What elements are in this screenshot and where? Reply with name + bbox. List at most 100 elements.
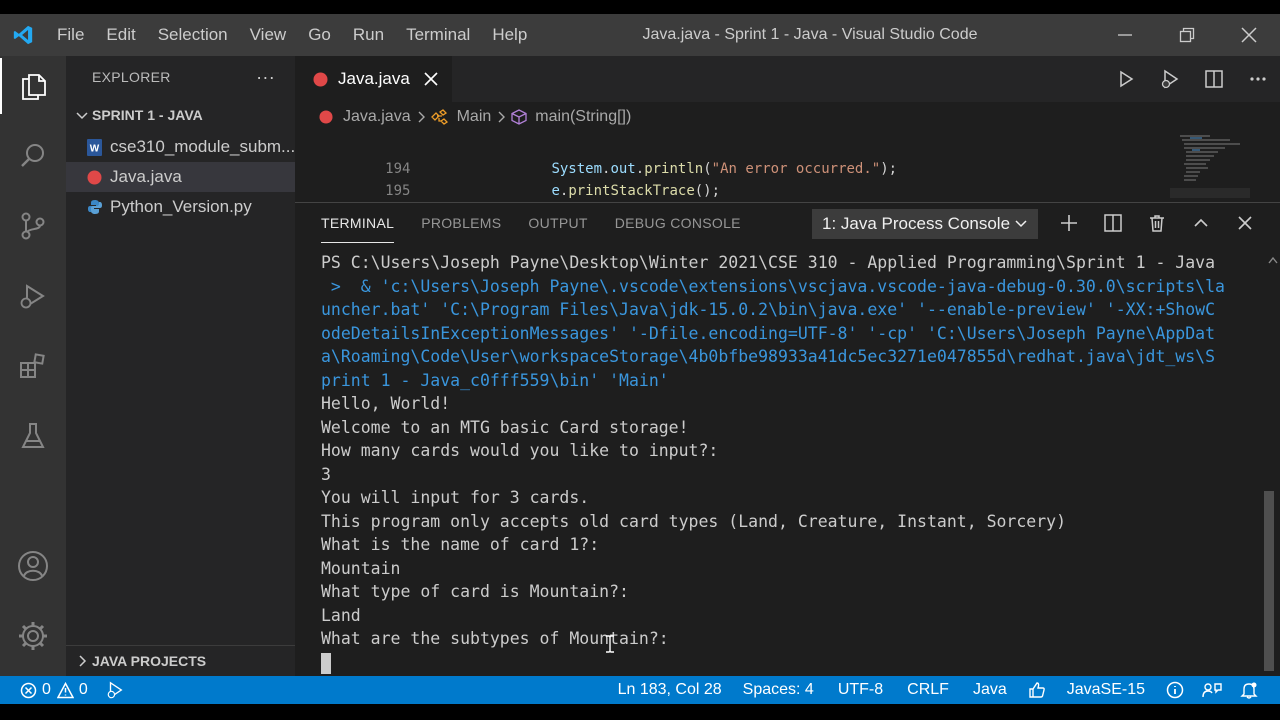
explorer-sidebar: EXPLORER ··· SPRINT 1 - JAVA W cse310_mo… [66, 56, 295, 676]
breadcrumb-class-label: Main [456, 108, 492, 125]
debug-status[interactable] [97, 676, 133, 704]
menu-help[interactable]: Help [481, 14, 538, 56]
notifications-status[interactable] [1231, 676, 1280, 704]
terminal-scroll-up[interactable] [1268, 251, 1278, 269]
minimize-button[interactable] [1094, 14, 1156, 56]
run-button[interactable] [1104, 56, 1148, 102]
account-icon [18, 551, 48, 581]
more-actions-button[interactable] [1236, 56, 1280, 102]
menu-selection[interactable]: Selection [147, 14, 239, 56]
kill-terminal-button[interactable] [1135, 203, 1179, 243]
line-ending[interactable]: CRLF [895, 676, 961, 704]
search-activity[interactable] [0, 128, 66, 184]
extensions-icon [20, 353, 45, 378]
language-mode[interactable]: Java [961, 676, 1019, 704]
terminal-line: print 1 - Java_c0fff559\bin' 'Main' [321, 370, 669, 390]
terminal-line: Hello, World! [321, 394, 451, 413]
search-icon [21, 144, 44, 167]
explorer-header: EXPLORER ··· [66, 56, 295, 98]
tab-terminal[interactable]: TERMINAL [321, 203, 395, 243]
file-item-cse310[interactable]: W cse310_module_subm... [66, 132, 295, 162]
run-debug-activity[interactable] [0, 268, 66, 324]
terminal-line: Welcome to an MTG basic Card storage! [321, 417, 689, 437]
terminal-line: How many cards would you like to input?: [321, 441, 719, 460]
live-share-status[interactable] [1193, 676, 1231, 704]
extensions-activity[interactable] [0, 338, 66, 394]
java-projects-section[interactable]: JAVA PROJECTS [66, 645, 295, 676]
breadcrumb-class[interactable]: Main [430, 108, 492, 126]
manage-activity[interactable] [0, 608, 66, 664]
breadcrumb-file[interactable]: Java.java [319, 108, 411, 126]
vscode-window: File Edit Selection View Go Run Terminal… [0, 14, 1280, 704]
feedback-icon [1202, 683, 1222, 698]
word-doc-icon: W [86, 138, 103, 156]
debug-button[interactable] [1148, 56, 1192, 102]
status-bar-right: Ln 183, Col 28 Spaces: 4 UTF-8 CRLF Java… [609, 676, 1280, 704]
minimap[interactable] [1170, 132, 1250, 202]
tab-output[interactable]: OUTPUT [528, 203, 587, 243]
tab-problems[interactable]: PROBLEMS [421, 203, 501, 243]
new-terminal-button[interactable] [1047, 203, 1091, 243]
java-projects-label: JAVA PROJECTS [92, 653, 207, 669]
problems-status[interactable]: 0 0 [0, 676, 97, 704]
java-file-icon [313, 72, 328, 86]
close-icon [1238, 216, 1252, 230]
menu-bar: File Edit Selection View Go Run Terminal… [46, 14, 538, 56]
code-editor[interactable]: 194 System.out.println("An error occurred… [295, 132, 1280, 202]
explorer-more-button[interactable]: ··· [256, 67, 275, 88]
menu-run[interactable]: Run [342, 14, 395, 56]
chevron-down-icon [76, 112, 88, 120]
close-panel-button[interactable] [1223, 203, 1267, 243]
files-icon [22, 74, 46, 100]
menu-terminal[interactable]: Terminal [395, 14, 481, 56]
terminal-line: > & 'c:\Users\Joseph Payne\.vscode\exten… [321, 276, 1225, 296]
letterbox-top [0, 0, 1280, 14]
menu-view[interactable]: View [239, 14, 298, 56]
title-bar: File Edit Selection View Go Run Terminal… [0, 14, 1280, 56]
indentation[interactable]: Spaces: 4 [731, 676, 826, 704]
restore-button[interactable] [1156, 14, 1218, 56]
split-editor-icon [1205, 70, 1223, 88]
window-title: Java.java - Sprint 1 - Java - Visual Stu… [642, 26, 978, 43]
cursor-position[interactable]: Ln 183, Col 28 [609, 676, 731, 704]
folder-section-header[interactable]: SPRINT 1 - JAVA [66, 98, 295, 132]
file-item-python[interactable]: Python_Version.py [66, 192, 295, 222]
tab-java[interactable]: Java.java [295, 56, 452, 102]
breadcrumb-method[interactable]: main(String[]) [511, 108, 631, 126]
testing-activity[interactable] [0, 408, 66, 464]
gear-icon [19, 622, 47, 650]
mouse-cursor-ibeam [605, 635, 615, 658]
menu-edit[interactable]: Edit [95, 14, 146, 56]
accounts-activity[interactable] [0, 538, 66, 594]
file-item-java[interactable]: Java.java [66, 162, 295, 192]
terminal-output[interactable]: PS C:\Users\Joseph Payne\Desktop\Winter … [321, 251, 1261, 674]
terminal-scrollbar[interactable] [1264, 491, 1274, 671]
code-line: 196} [295, 180, 560, 202]
breadcrumb: Java.java Main main(String[]) [295, 102, 1280, 132]
source-control-activity[interactable] [0, 198, 66, 254]
split-editor-button[interactable] [1192, 56, 1236, 102]
menu-go[interactable]: Go [297, 14, 342, 56]
code-line: 194 System.out.println("An error occurred… [295, 136, 897, 177]
tab-label: Java.java [338, 69, 410, 88]
tab-debug-console[interactable]: DEBUG CONSOLE [615, 203, 741, 243]
split-terminal-button[interactable] [1091, 203, 1135, 243]
menu-file[interactable]: File [46, 14, 95, 56]
play-icon [1120, 70, 1134, 88]
info-status[interactable] [1157, 676, 1193, 704]
terminal-selector[interactable]: 1: Java Process Console [812, 209, 1038, 239]
close-window-button[interactable] [1218, 14, 1280, 56]
terminal-input-line[interactable] [321, 651, 1261, 675]
java-runtime[interactable]: JavaSE-15 [1055, 676, 1157, 704]
method-cube-icon [511, 109, 527, 125]
terminal-line: a\Roaming\Code\User\workspaceStorage\4b0… [321, 347, 1216, 366]
maximize-panel-button[interactable] [1179, 203, 1223, 243]
java-status[interactable] [1019, 676, 1055, 704]
terminal-line: You will input for 3 cards. [321, 488, 590, 507]
close-tab-icon[interactable] [424, 72, 438, 86]
terminal-line: What are the subtypes of Mountain?: [321, 629, 669, 648]
minimize-icon [1118, 34, 1132, 36]
explorer-activity[interactable] [0, 58, 66, 114]
encoding[interactable]: UTF-8 [826, 676, 895, 704]
activity-bar [0, 56, 66, 676]
